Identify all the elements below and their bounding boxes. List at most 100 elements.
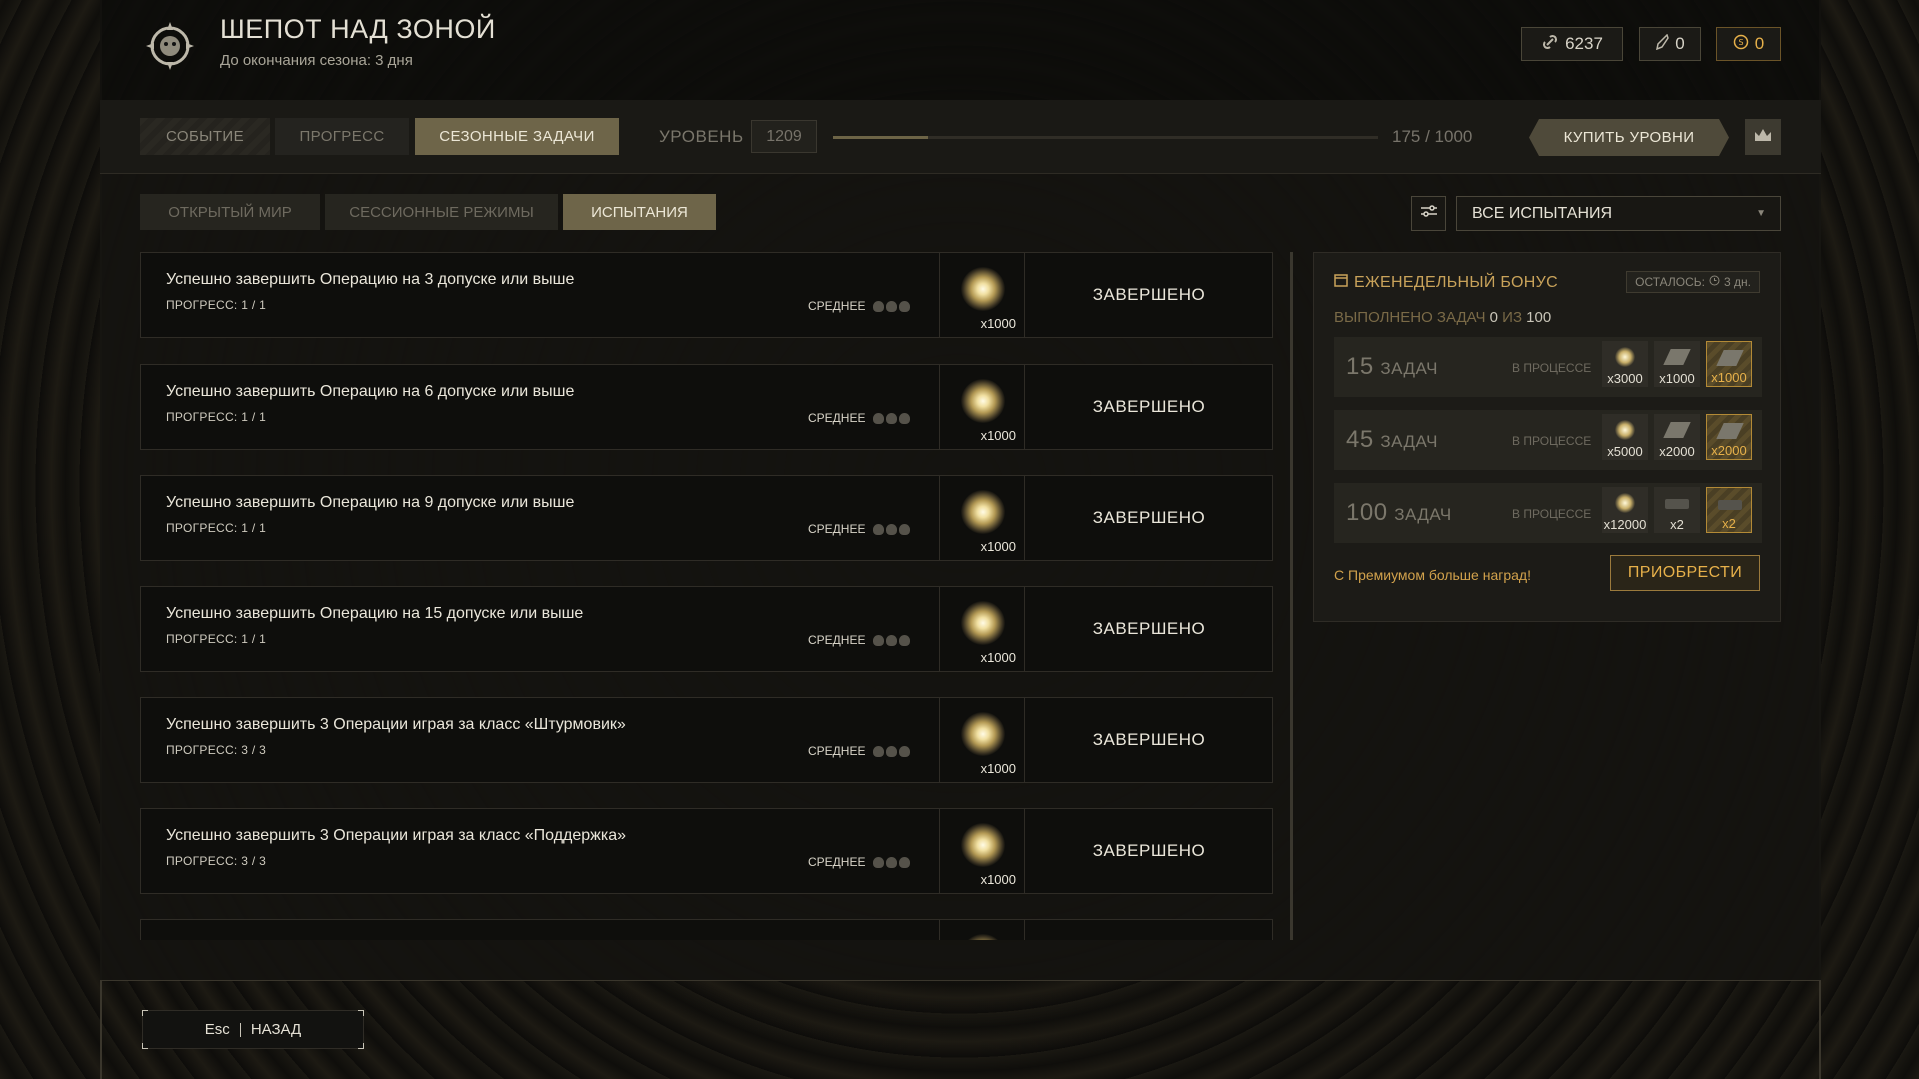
task-difficulty: СРЕДНЕЕ xyxy=(808,299,911,313)
dropdown-selected-value: ВСЕ ИСПЫТАНИЯ xyxy=(1472,204,1613,222)
purchase-premium-button[interactable]: ПРИОБРЕСТИ xyxy=(1610,555,1760,591)
energy-orb-icon xyxy=(961,601,1005,645)
subtab-session-modes[interactable]: СЕССИОННЫЕ РЕЖИМЫ xyxy=(325,194,558,230)
task-reward xyxy=(939,920,1025,940)
currency-coin: S 0 xyxy=(1716,27,1781,61)
weapon-case-icon xyxy=(1718,500,1742,510)
task-status: ЗАВЕРШЕНО xyxy=(1092,285,1206,304)
bonus-tier: 45 ЗАДАЧ В ПРОЦЕССЕ x5000 x2000 x2000 xyxy=(1334,410,1762,470)
svg-text:S: S xyxy=(1738,38,1743,47)
tier-reward-item[interactable]: x3000 xyxy=(1602,341,1648,387)
challenge-filter-dropdown[interactable]: ВСЕ ИСПЫТАНИЯ ▼ xyxy=(1456,196,1781,231)
tier-goal: 100 ЗАДАЧ xyxy=(1346,499,1452,526)
tasks-completed-counter: ВЫПОЛНЕНО ЗАДАЧ 0 ИЗ 100 xyxy=(1334,309,1552,326)
difficulty-label: СРЕДНЕЕ xyxy=(808,299,866,313)
difficulty-skulls-icon xyxy=(873,634,911,646)
energy-orb-icon xyxy=(1615,347,1635,367)
page-title: ШЕПОТ НАД ЗОНОЙ xyxy=(220,14,496,44)
task-difficulty: СРЕДНЕЕ xyxy=(808,744,911,758)
tier-reward-item[interactable]: x1000 xyxy=(1654,341,1700,387)
filter-settings-button[interactable] xyxy=(1411,196,1446,231)
task-reward[interactable]: x1000 xyxy=(939,365,1025,449)
tier-reward-item[interactable]: x2 xyxy=(1654,487,1700,533)
season-timer: До окончания сезона: 3 дня xyxy=(220,52,413,69)
bracket-corner xyxy=(142,1043,148,1049)
task-row: Успешно завершить Операцию на 15 допуске… xyxy=(140,586,1273,672)
card-icon xyxy=(1663,422,1691,438)
task-difficulty: СРЕДНЕЕ xyxy=(808,522,911,536)
task-row: Успешно завершить Операцию на 3 допуске … xyxy=(140,252,1273,338)
tier-reward-item[interactable]: x2000 xyxy=(1654,414,1700,460)
card-icon xyxy=(1716,350,1744,366)
bracket-corner xyxy=(358,1043,364,1049)
tier-status: В ПРОЦЕССЕ xyxy=(1512,507,1592,521)
level-value: 1209 xyxy=(751,120,817,153)
back-label: НАЗАД xyxy=(250,1021,302,1038)
tier-premium-reward[interactable]: x1000 xyxy=(1706,341,1752,387)
tier-status: В ПРОЦЕССЕ xyxy=(1512,361,1592,375)
difficulty-label: СРЕДНЕЕ xyxy=(808,411,866,425)
task-progress: ПРОГРЕСС: 1 / 1 xyxy=(166,521,267,535)
currency-value: 6237 xyxy=(1565,34,1603,53)
energy-orb-icon xyxy=(1615,493,1635,513)
tab-event[interactable]: СОБЫТИЕ xyxy=(140,118,270,155)
time-left-badge: ОСТАЛОСЬ: 3 дн. xyxy=(1626,271,1760,293)
difficulty-label: СРЕДНЕЕ xyxy=(808,522,866,536)
weapon-case-icon xyxy=(1665,499,1689,509)
reward-quantity: x1000 xyxy=(980,539,1016,554)
bonus-tier: 15 ЗАДАЧ В ПРОЦЕССЕ x3000 x1000 x1000 xyxy=(1334,337,1762,397)
task-list[interactable]: Успешно завершить Операцию на 3 допуске … xyxy=(140,252,1273,940)
task-name: Успешно завершить Операцию на 9 допуске … xyxy=(166,494,575,511)
bracket-corner xyxy=(358,1010,364,1016)
task-name: Успешно завершить Операцию на 6 допуске … xyxy=(166,383,575,400)
premium-crown-button[interactable] xyxy=(1745,119,1781,155)
task-row: Успешно завершить 3 Операции играя за кл… xyxy=(140,697,1273,783)
task-row: Успешно завершить 3 Операции играя за кл… xyxy=(140,808,1273,894)
task-status: ЗАВЕРШЕНО xyxy=(1092,841,1206,860)
tier-premium-reward[interactable]: x2000 xyxy=(1706,414,1752,460)
task-progress: ПРОГРЕСС: 3 / 3 xyxy=(166,854,267,868)
task-difficulty: СРЕДНЕЕ xyxy=(808,411,911,425)
reward-quantity: x1000 xyxy=(980,872,1016,887)
tab-progress[interactable]: ПРОГРЕСС xyxy=(275,118,409,155)
crown-icon xyxy=(1753,127,1773,148)
difficulty-skulls-icon xyxy=(873,412,911,424)
difficulty-skulls-icon xyxy=(873,745,911,757)
task-row: Успешно завершить Операцию на 9 допуске … xyxy=(140,475,1273,561)
energy-orb-icon xyxy=(961,379,1005,423)
tier-reward-item[interactable]: x12000 xyxy=(1602,487,1648,533)
energy-orb-icon xyxy=(961,823,1005,867)
back-button[interactable]: Esc НАЗАД xyxy=(142,1010,364,1049)
reward-quantity: x1000 xyxy=(980,650,1016,665)
task-reward[interactable]: x1000 xyxy=(939,587,1025,671)
task-name: Успешно завершить Операцию на 3 допуске … xyxy=(166,271,575,288)
energy-orb-icon xyxy=(961,934,1005,940)
task-progress: ПРОГРЕСС: 1 / 1 xyxy=(166,298,267,312)
separator xyxy=(239,1022,241,1037)
tier-goal: 45 ЗАДАЧ xyxy=(1346,426,1438,453)
task-reward[interactable]: x1000 xyxy=(939,698,1025,782)
tab-season-tasks[interactable]: СЕЗОННЫЕ ЗАДАЧИ xyxy=(415,118,619,155)
tier-premium-reward[interactable]: x2 xyxy=(1706,487,1752,533)
currency-feather: 0 xyxy=(1639,27,1701,61)
difficulty-label: СРЕДНЕЕ xyxy=(808,855,866,869)
difficulty-skulls-icon xyxy=(873,523,911,535)
clock-icon xyxy=(1709,275,1720,289)
task-reward[interactable]: x1000 xyxy=(939,253,1025,337)
subtab-open-world[interactable]: ОТКРЫТЫЙ МИР xyxy=(140,194,320,230)
coin-icon: S xyxy=(1733,34,1749,55)
task-status: ЗАВЕРШЕНО xyxy=(1092,508,1206,527)
reward-quantity: x1000 xyxy=(980,428,1016,443)
task-reward[interactable]: x1000 xyxy=(939,476,1025,560)
buy-levels-button[interactable]: КУПИТЬ УРОВНИ xyxy=(1529,119,1729,156)
task-status: ЗАВЕРШЕНО xyxy=(1092,730,1206,749)
tier-reward-item[interactable]: x5000 xyxy=(1602,414,1648,460)
energy-orb-icon xyxy=(961,712,1005,756)
task-reward[interactable]: x1000 xyxy=(939,809,1025,893)
subtab-challenges[interactable]: ИСПЫТАНИЯ xyxy=(563,194,716,230)
currency-chain: 6237 xyxy=(1521,27,1623,61)
weekly-bonus-panel: ЕЖЕНЕДЕЛЬНЫЙ БОНУС ОСТАЛОСЬ: 3 дн. ВЫПОЛ… xyxy=(1313,252,1781,622)
difficulty-label: СРЕДНЕЕ xyxy=(808,744,866,758)
task-list-scrollbar[interactable] xyxy=(1290,252,1293,940)
reward-quantity: x1000 xyxy=(980,761,1016,776)
